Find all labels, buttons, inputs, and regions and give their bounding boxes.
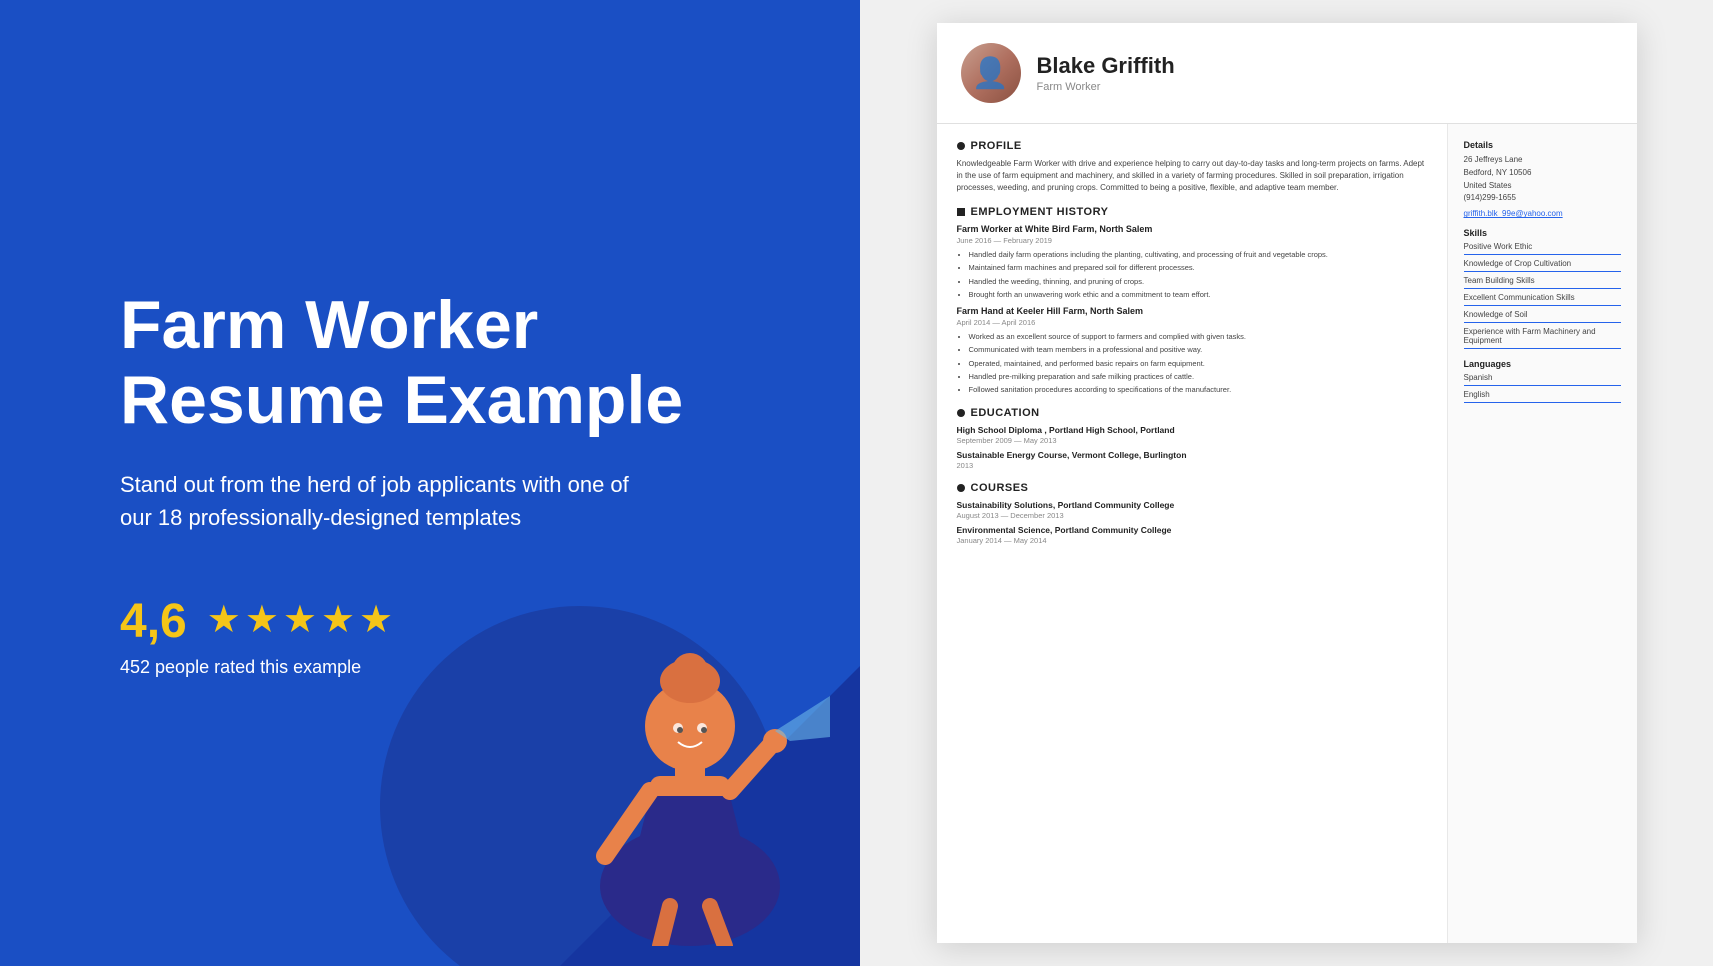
profile-dot-icon [957, 142, 965, 150]
education-section-title: Education [957, 407, 1427, 419]
skill-4: Excellent Communication Skills [1464, 293, 1621, 306]
profile-section-title: Profile [957, 140, 1427, 152]
resume-sidebar: Details 26 Jeffreys LaneBedford, NY 1050… [1447, 124, 1637, 943]
resume-main-content: Profile Knowledgeable Farm Worker with d… [937, 124, 1447, 943]
profile-label: Profile [971, 140, 1022, 152]
edu-1-title: High School Diploma , Portland High Scho… [957, 425, 1427, 435]
resume-name: Blake Griffith [1037, 53, 1175, 79]
employment-section-title: Employment History [957, 206, 1427, 218]
main-title: Farm Worker Resume Example [120, 288, 780, 438]
profile-text: Knowledgeable Farm Worker with drive and… [957, 158, 1427, 194]
job-1-title: Farm Worker at White Bird Farm, North Sa… [957, 224, 1427, 234]
courses-label: Courses [971, 482, 1029, 494]
job-2-bullet-5: Followed sanitation procedures according… [969, 384, 1427, 395]
job-2-dates: April 2014 — April 2016 [957, 318, 1427, 327]
courses-circle-icon [957, 484, 965, 492]
subtitle-text: Stand out from the herd of job applicant… [120, 468, 640, 534]
lang-2: English [1464, 390, 1621, 403]
job-1-bullet-3: Handled the weeding, thinning, and pruni… [969, 276, 1427, 287]
skills-label: Skills [1464, 228, 1621, 238]
title-line1: Farm Worker [120, 287, 538, 363]
resume-document: Blake Griffith Farm Worker Profile Knowl… [937, 23, 1637, 943]
education-label: Education [971, 407, 1040, 419]
job-1-bullets: Handled daily farm operations including … [957, 249, 1427, 300]
skill-6: Experience with Farm Machinery and Equip… [1464, 327, 1621, 349]
skill-2: Knowledge of Crop Cultivation [1464, 259, 1621, 272]
job-2-bullet-1: Worked as an excellent source of support… [969, 331, 1427, 342]
employment-label: Employment History [971, 206, 1109, 218]
avatar [961, 43, 1021, 103]
edu-1-date: September 2009 — May 2013 [957, 436, 1427, 445]
job-2-title: Farm Hand at Keeler Hill Farm, North Sal… [957, 306, 1427, 316]
course-2-title: Environmental Science, Portland Communit… [957, 525, 1427, 535]
skill-5: Knowledge of Soil [1464, 310, 1621, 323]
job-2-bullets: Worked as an excellent source of support… [957, 331, 1427, 395]
star-3: ★ [283, 597, 317, 642]
job-2-bullet-2: Communicated with team members in a prof… [969, 344, 1427, 355]
employment-square-icon [957, 208, 965, 216]
star-5: ★ [359, 597, 393, 642]
course-2-date: January 2014 — May 2014 [957, 536, 1427, 545]
course-1-date: August 2013 — December 2013 [957, 511, 1427, 520]
star-1: ★ [207, 597, 241, 642]
rating-number: 4,6 [120, 594, 187, 649]
education-circle-icon [957, 409, 965, 417]
skill-3: Team Building Skills [1464, 276, 1621, 289]
job-1-bullet-2: Maintained farm machines and prepared so… [969, 262, 1427, 273]
character-illustration [550, 566, 830, 946]
edu-2-date: 2013 [957, 461, 1427, 470]
star-4: ★ [321, 597, 355, 642]
stars-container: ★ ★ ★ ★ ★ [207, 597, 393, 642]
right-panel: Blake Griffith Farm Worker Profile Knowl… [860, 0, 1713, 966]
job-1-bullet-4: Brought forth an unwavering work ethic a… [969, 289, 1427, 300]
course-1-title: Sustainability Solutions, Portland Commu… [957, 500, 1427, 510]
skill-1: Positive Work Ethic [1464, 242, 1621, 255]
resume-header: Blake Griffith Farm Worker [937, 23, 1637, 124]
title-line2: Resume Example [120, 362, 683, 438]
resume-body: Profile Knowledgeable Farm Worker with d… [937, 124, 1637, 943]
name-section: Blake Griffith Farm Worker [1037, 53, 1175, 93]
job-2-bullet-3: Operated, maintained, and performed basi… [969, 358, 1427, 369]
sidebar-email: griffith.blk_99e@yahoo.com [1464, 209, 1621, 218]
edu-2-title: Sustainable Energy Course, Vermont Colle… [957, 450, 1427, 460]
lang-1: Spanish [1464, 373, 1621, 386]
job-1-bullet-1: Handled daily farm operations including … [969, 249, 1427, 260]
languages-label: Languages [1464, 359, 1621, 369]
resume-job-title: Farm Worker [1037, 81, 1175, 93]
left-panel: Farm Worker Resume Example Stand out fro… [0, 0, 860, 966]
details-label: Details [1464, 140, 1621, 150]
sidebar-address: 26 Jeffreys LaneBedford, NY 10506United … [1464, 154, 1621, 205]
job-1-dates: June 2016 — February 2019 [957, 236, 1427, 245]
job-2-bullet-4: Handled pre-milking preparation and safe… [969, 371, 1427, 382]
star-2: ★ [245, 597, 279, 642]
courses-section-title: Courses [957, 482, 1427, 494]
